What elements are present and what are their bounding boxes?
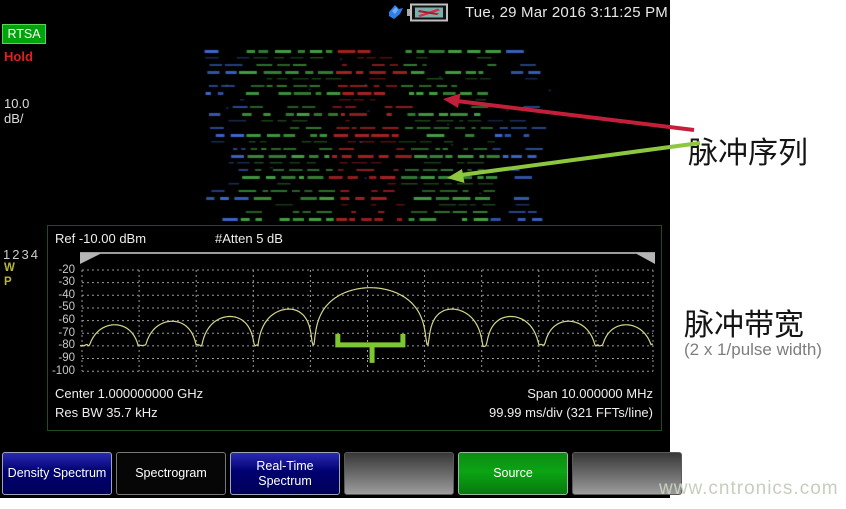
mode-indicator: RTSA bbox=[2, 24, 46, 44]
y-axis-tick: -70 bbox=[44, 328, 75, 339]
softkey-bar: Density SpectrumSpectrogramReal-Time Spe… bbox=[2, 452, 682, 495]
scale-unit: dB/ bbox=[4, 111, 24, 126]
sweep-status: Hold bbox=[4, 49, 33, 64]
analyzer-screen: Tue, 29 Mar 2016 3:11:25 PM RTSA Hold 10… bbox=[0, 0, 670, 498]
softkey-source[interactable]: Source bbox=[458, 452, 568, 495]
trace-mode-flag: P bbox=[4, 276, 12, 288]
ref-level-readout: Ref -10.00 dBm bbox=[55, 231, 146, 246]
remote-connection-icon bbox=[386, 3, 405, 22]
softkey-real-time-spectrum[interactable]: Real-Time Spectrum bbox=[230, 452, 340, 495]
res-bw-readout: Res BW 35.7 kHz bbox=[55, 405, 158, 420]
y-axis-tick: -20 bbox=[44, 265, 75, 276]
trace-numbers: 1234 bbox=[3, 247, 40, 262]
softkey-blank-4[interactable] bbox=[344, 452, 454, 495]
y-axis-tick: -100 bbox=[44, 366, 75, 377]
y-axis-tick: -60 bbox=[44, 315, 75, 326]
trace-detector-flag: W bbox=[4, 262, 15, 274]
y-axis-tick: -30 bbox=[44, 277, 75, 288]
spectrum-plot[interactable] bbox=[80, 252, 655, 378]
y-axis-tick: -40 bbox=[44, 290, 75, 301]
softkey-density-spectrum[interactable]: Density Spectrum bbox=[2, 452, 112, 495]
y-axis-tick: -80 bbox=[44, 340, 75, 351]
sweep-time-readout: 99.99 ms/div (321 FFTs/line) bbox=[253, 405, 653, 420]
battery-ac-fault-icon bbox=[407, 3, 448, 22]
y-axis-tick: -90 bbox=[44, 353, 75, 364]
watermark: www.cntronics.com bbox=[659, 478, 839, 500]
density-spectrum-display[interactable] bbox=[180, 45, 560, 225]
center-freq-readout: Center 1.000000000 GHz bbox=[55, 386, 203, 401]
datetime-display: Tue, 29 Mar 2016 3:11:25 PM bbox=[465, 4, 668, 21]
y-axis-tick: -50 bbox=[44, 302, 75, 313]
pulse-bandwidth-note: (2 x 1/pulse width) bbox=[684, 340, 822, 360]
atten-readout: #Atten 5 dB bbox=[215, 231, 283, 246]
scale-value: 10.0 bbox=[4, 96, 29, 111]
y-axis-labels: -20-30 -40-50 -60 -70-80 -90 -100 bbox=[44, 252, 77, 378]
pulse-bandwidth-label: 脉冲带宽 bbox=[684, 300, 804, 344]
pulse-sequence-label: 脉冲序列 bbox=[688, 128, 808, 172]
span-readout: Span 10.000000 MHz bbox=[253, 386, 653, 401]
softkey-spectrogram[interactable]: Spectrogram bbox=[116, 452, 226, 495]
